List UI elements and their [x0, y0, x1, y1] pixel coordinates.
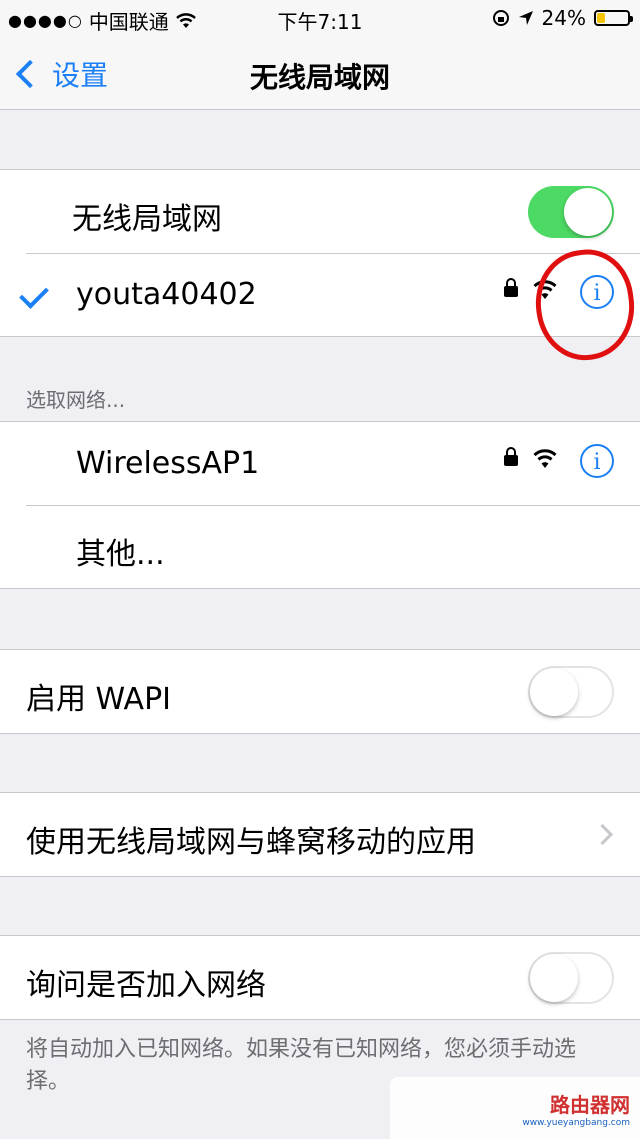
ask-join-group: 询问是否加入网络	[0, 935, 640, 1020]
watermark-url: www.yueyangbang.com	[522, 1117, 630, 1128]
ask-join-toggle[interactable]	[528, 952, 614, 1004]
network-row[interactable]: WirelessAP1 i	[0, 422, 640, 505]
battery-icon	[594, 10, 633, 26]
battery-percent: 24%	[541, 6, 586, 30]
chevron-right-icon	[591, 823, 614, 846]
watermark-logo: 路由器网 www.yueyangbang.com	[522, 1089, 630, 1128]
checkmark-icon	[19, 279, 49, 309]
wifi-toggle[interactable]	[528, 186, 614, 238]
other-network-label: 其他...	[76, 537, 165, 572]
lock-icon	[504, 447, 518, 466]
wifi-toggle-row: 无线局域网	[0, 170, 640, 253]
choose-network-header: 选取网络...	[26, 388, 126, 412]
status-bar: ●●●●○ 中国联通 下午7:11 24%	[0, 0, 640, 38]
watermark-title: 路由器网	[550, 1092, 630, 1117]
wapi-group: 启用 WAPI	[0, 649, 640, 734]
location-icon	[518, 11, 533, 25]
other-network-row[interactable]: 其他...	[0, 505, 640, 588]
network-name: WirelessAP1	[76, 446, 260, 481]
page-title: 无线局域网	[249, 61, 390, 94]
info-icon[interactable]: i	[580, 444, 614, 478]
wifi-signal-icon	[533, 449, 557, 468]
apps-group: 使用无线局域网与蜂窝移动的应用	[0, 792, 640, 877]
ask-join-label: 询问是否加入网络	[26, 968, 266, 1003]
rotation-lock-icon	[492, 10, 509, 26]
apps-label: 使用无线局域网与蜂窝移动的应用	[26, 825, 476, 860]
ask-join-row: 询问是否加入网络	[0, 936, 640, 1019]
status-right: 24%	[492, 6, 633, 30]
lock-icon	[504, 278, 518, 297]
wapi-toggle[interactable]	[528, 666, 614, 718]
connected-network-name: youta40402	[76, 277, 257, 312]
wapi-label: 启用 WAPI	[26, 682, 172, 717]
wifi-toggle-label: 无线局域网	[72, 202, 222, 237]
wapi-row: 启用 WAPI	[0, 650, 640, 733]
networks-group: WirelessAP1 i 其他...	[0, 421, 640, 589]
navigation-bar: 设置 无线局域网	[0, 38, 640, 110]
apps-row[interactable]: 使用无线局域网与蜂窝移动的应用	[0, 793, 640, 876]
watermark: 路由器网 www.yueyangbang.com	[390, 1077, 640, 1139]
